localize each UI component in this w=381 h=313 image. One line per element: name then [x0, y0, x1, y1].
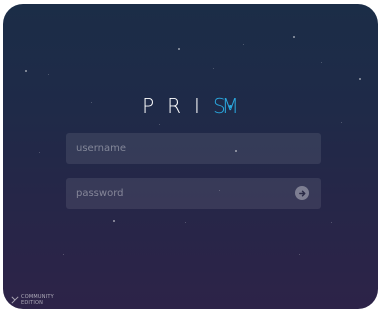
- arrow-right-icon: [298, 190, 305, 196]
- star-decoration: [243, 44, 244, 45]
- star-decoration: [39, 152, 40, 153]
- star-decoration: [341, 122, 342, 123]
- star-decoration: [359, 78, 361, 80]
- community-icon: [11, 296, 19, 304]
- star-decoration: [159, 124, 160, 125]
- star-decoration: [178, 48, 180, 50]
- logo-dot: [228, 105, 232, 108]
- star-decoration: [48, 74, 49, 75]
- star-decoration: [299, 254, 300, 255]
- star-decoration: [185, 222, 186, 223]
- username-input[interactable]: [76, 143, 286, 154]
- star-decoration: [321, 62, 322, 63]
- star-decoration: [213, 68, 214, 69]
- star-decoration: [113, 220, 115, 222]
- login-background: PRISM COMMUNITY EDITION: [3, 4, 378, 309]
- star-decoration: [63, 254, 64, 255]
- prism-logo: PRISM: [142, 94, 252, 118]
- star-decoration: [331, 222, 332, 223]
- password-field-container: [66, 178, 321, 209]
- edition-badge: COMMUNITY EDITION: [11, 294, 54, 306]
- username-field-container: [66, 133, 321, 164]
- login-submit-button[interactable]: [295, 186, 309, 200]
- star-decoration: [25, 70, 27, 72]
- password-input[interactable]: [76, 188, 286, 199]
- edition-line-2: EDITION: [21, 300, 44, 306]
- star-decoration: [293, 36, 295, 38]
